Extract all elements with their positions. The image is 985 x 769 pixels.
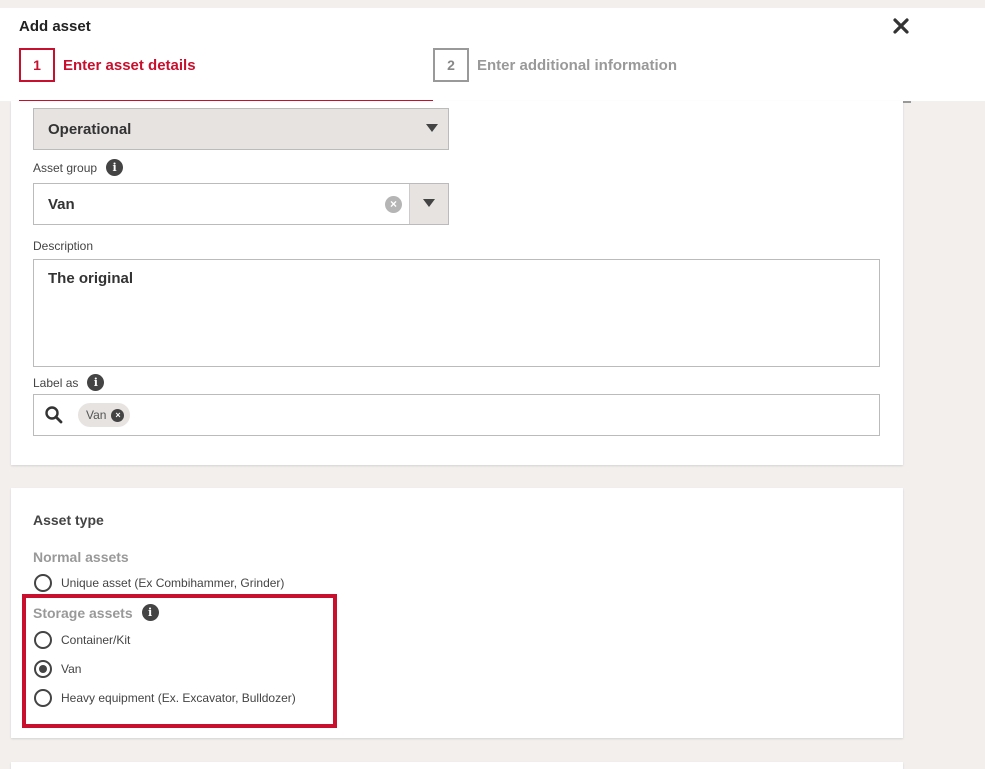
label-as-label: Label as i — [33, 374, 105, 391]
asset-group-value: Van — [48, 195, 75, 213]
step-label: Enter additional information — [477, 56, 678, 74]
step-2[interactable]: 2 Enter additional information — [433, 48, 677, 82]
radio-label: Unique asset (Ex Combihammer, Grinder) — [61, 576, 285, 590]
step-label: Enter asset details — [63, 56, 196, 74]
dropdown-toggle[interactable] — [409, 184, 448, 224]
radio-unique-asset[interactable]: Unique asset (Ex Combihammer, Grinder) — [34, 574, 284, 592]
label-chip-text: Van — [86, 408, 107, 422]
step-number: 1 — [19, 48, 55, 82]
asset-group-select[interactable]: Van × — [33, 183, 449, 225]
asset-type-title: Asset type — [33, 512, 104, 528]
label-as-label-text: Label as — [33, 375, 79, 390]
asset-group-label: Asset group i — [33, 159, 124, 176]
remove-chip-icon[interactable]: × — [111, 408, 125, 422]
status-value: Operational — [48, 120, 132, 138]
info-icon[interactable]: i — [87, 374, 105, 391]
step-1[interactable]: 1 Enter asset details — [19, 48, 196, 82]
info-icon[interactable]: i — [106, 159, 124, 176]
status-select[interactable]: Operational — [33, 108, 449, 150]
storage-assets-highlight — [22, 594, 337, 728]
next-card — [11, 762, 903, 769]
clear-icon[interactable]: × — [385, 196, 402, 213]
asset-group-label-text: Asset group — [33, 160, 98, 175]
normal-assets-title: Normal assets — [33, 549, 129, 565]
search-icon — [45, 406, 63, 424]
radio-button[interactable] — [34, 574, 52, 592]
dialog-header: Add asset 1 Enter asset details 2 Enter … — [0, 8, 985, 103]
label-chip: Van × — [78, 403, 131, 427]
asset-type-card: Asset type Normal assets Unique asset (E… — [11, 488, 903, 738]
chevron-down-icon — [423, 199, 435, 207]
description-label: Description — [33, 239, 94, 253]
description-textarea[interactable]: The original — [33, 259, 880, 367]
chevron-down-icon — [426, 124, 438, 132]
dialog-title: Add asset — [19, 18, 91, 35]
label-as-input[interactable]: Van × — [33, 394, 880, 436]
asset-details-card: Operational Asset group i Van × Descript… — [11, 101, 903, 465]
step-number: 2 — [433, 48, 469, 82]
close-icon[interactable] — [891, 16, 911, 36]
